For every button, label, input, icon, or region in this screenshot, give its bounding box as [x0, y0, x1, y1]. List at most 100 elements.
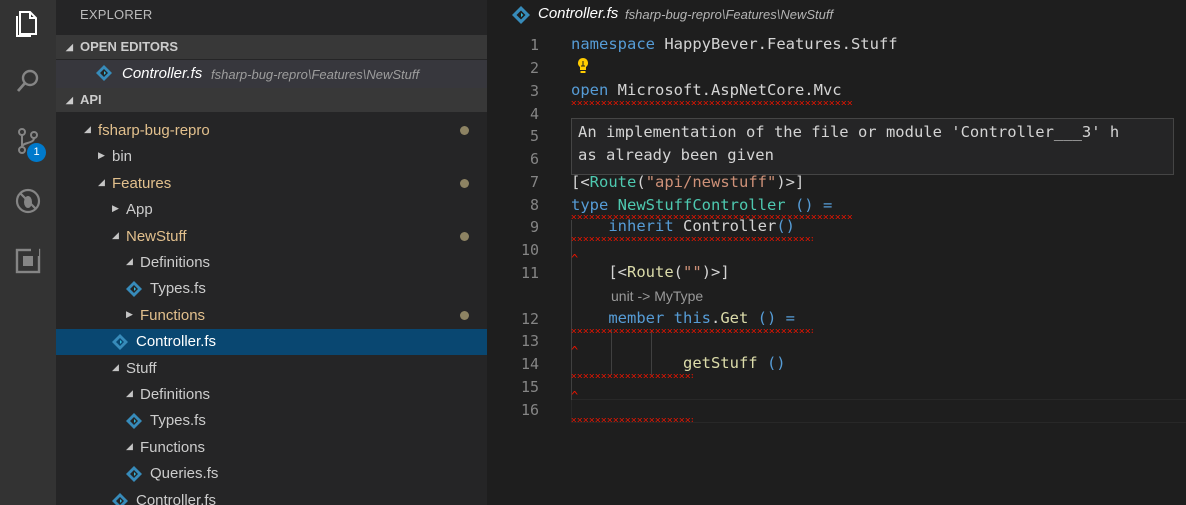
lightbulb-icon[interactable] — [576, 57, 590, 75]
line-number: 9 — [529, 218, 539, 236]
fsharp-file-icon — [126, 281, 142, 298]
tree-item[interactable]: Controller.fs — [56, 488, 487, 505]
tree-item-label: bin — [112, 148, 133, 166]
self-identifier: this — [664, 309, 711, 327]
tree-item[interactable]: ◢ Features — [56, 171, 487, 197]
tree-item[interactable]: Types.fs — [56, 408, 487, 434]
tree-item[interactable]: Types.fs — [56, 276, 487, 302]
keyword: inherit — [608, 217, 674, 235]
codelens-signature[interactable]: unit -> MyType — [611, 288, 703, 304]
open-editor-name: Controller.fs — [122, 65, 203, 82]
tree-item[interactable]: Queries.fs — [56, 461, 487, 487]
chevron-down-icon: ◢ — [66, 95, 73, 105]
chevron-down-icon[interactable]: ◢ — [126, 441, 133, 452]
punct: () — [776, 217, 795, 235]
code-line-9: inherit Controller() — [571, 217, 795, 235]
punct: )>] — [776, 173, 805, 191]
modified-dot-icon — [460, 310, 469, 320]
tree-item[interactable]: ▶ App — [56, 197, 487, 223]
tree-item-label: App — [126, 201, 153, 219]
code-editor[interactable]: Controller.fs fsharp-bug-repro\Features\… — [487, 0, 1186, 505]
code-line-8: type NewStuffController () = — [571, 196, 832, 214]
punct: ( — [673, 263, 684, 281]
chevron-down-icon[interactable]: ◢ — [84, 124, 91, 135]
module-name: Microsoft.AspNetCore.Mvc — [608, 81, 842, 99]
tree-item[interactable]: ◢ Definitions — [56, 250, 487, 276]
function-call: getStuff — [682, 354, 758, 372]
tree-item-label: Queries.fs — [150, 465, 219, 483]
tree-item[interactable]: ◢ fsharp-bug-repro — [56, 118, 487, 144]
tree-item-label: Stuff — [126, 359, 157, 377]
punct: () = — [785, 196, 833, 214]
punct: () — [757, 354, 786, 372]
explorer-icon[interactable] — [0, 0, 56, 46]
chevron-right-icon[interactable]: ▶ — [126, 309, 133, 320]
namespace-name: HappyBever.Features.Stuff — [655, 35, 898, 53]
activity-bar: 1 — [0, 0, 56, 505]
tree-item-label: Controller.fs — [136, 333, 217, 351]
chevron-down-icon[interactable]: ◢ — [112, 230, 119, 241]
tree-item[interactable]: ◢ Functions — [56, 435, 487, 461]
tree-item-label: Types.fs — [150, 280, 206, 298]
chevron-down-icon[interactable]: ◢ — [98, 177, 105, 188]
debug-icon[interactable] — [0, 178, 56, 224]
modified-dot-icon — [460, 231, 469, 241]
tree-item-label: fsharp-bug-repro — [98, 122, 210, 139]
tree-item[interactable]: ◢ Stuff — [56, 356, 487, 382]
line-number: 3 — [529, 82, 539, 100]
line-number: 4 — [529, 105, 539, 123]
hover-line-2: as already been given — [578, 146, 774, 164]
tree-item[interactable]: ▶ bin — [56, 144, 487, 170]
hover-line-1: An implementation of the file or module … — [578, 123, 1120, 141]
type-name: NewStuffController — [608, 196, 786, 214]
string-literal: "api/newstuff" — [645, 173, 777, 191]
tree-item[interactable]: Controller.fs — [56, 329, 487, 356]
explorer-title: EXPLORER — [80, 7, 153, 22]
line-number: 16 — [520, 401, 539, 419]
code-line-1: namespace HappyBever.Features.Stuff — [571, 35, 898, 53]
code-line-11: [<Route("")>] — [571, 263, 730, 281]
code-line-12: member this.Get () = — [571, 309, 795, 327]
punct: [< — [571, 173, 590, 191]
punct: )>] — [701, 263, 730, 281]
error-marker: ^ — [571, 389, 579, 403]
hover-tooltip: An implementation of the file or module … — [571, 118, 1174, 175]
code-line-3: open Microsoft.AspNetCore.Mvc — [571, 81, 842, 99]
tree-item[interactable]: ▶ Functions — [56, 303, 487, 329]
chevron-right-icon[interactable]: ▶ — [112, 203, 119, 214]
error-squiggle — [571, 237, 813, 241]
chevron-down-icon: ◢ — [66, 42, 73, 52]
member-name: Get — [720, 309, 749, 327]
tree-item[interactable]: ◢ NewStuff — [56, 224, 487, 250]
punct: . — [711, 309, 721, 327]
line-number: 7 — [529, 173, 539, 191]
punct: () = — [748, 309, 796, 327]
chevron-down-icon[interactable]: ◢ — [112, 362, 119, 373]
line-number: 8 — [529, 196, 539, 214]
chevron-right-icon[interactable]: ▶ — [98, 150, 105, 161]
explorer-sidebar: EXPLORER ◢ OPEN EDITORS Controller.fs fs… — [56, 0, 487, 505]
error-squiggle — [571, 418, 693, 422]
tree-item[interactable]: ◢ Definitions — [56, 382, 487, 408]
line-number: 13 — [520, 332, 539, 350]
line-number: 6 — [529, 150, 539, 168]
workspace-label: API — [80, 92, 102, 107]
chevron-down-icon[interactable]: ◢ — [126, 256, 133, 267]
keyword: namespace — [571, 35, 655, 53]
code-line-14: getStuff () — [571, 354, 786, 372]
workspace-header[interactable]: ◢ API — [56, 88, 487, 112]
attribute-name: Route — [589, 173, 637, 191]
line-number: 15 — [520, 378, 539, 396]
tree-item-label: Functions — [140, 306, 206, 324]
fsharp-file-icon — [126, 466, 142, 483]
open-editor-item[interactable]: Controller.fs fsharp-bug-repro\Features\… — [56, 60, 487, 88]
tree-item-label: Types.fs — [150, 412, 206, 430]
error-squiggle — [571, 374, 693, 378]
string-literal: "" — [683, 263, 702, 281]
extensions-icon[interactable] — [0, 238, 56, 284]
search-icon[interactable] — [0, 58, 56, 104]
open-editor-path: fsharp-bug-repro\Features\NewStuff — [211, 67, 420, 82]
open-editors-header[interactable]: ◢ OPEN EDITORS — [56, 35, 487, 59]
chevron-down-icon[interactable]: ◢ — [126, 388, 133, 399]
type-name: Controller — [673, 217, 777, 235]
